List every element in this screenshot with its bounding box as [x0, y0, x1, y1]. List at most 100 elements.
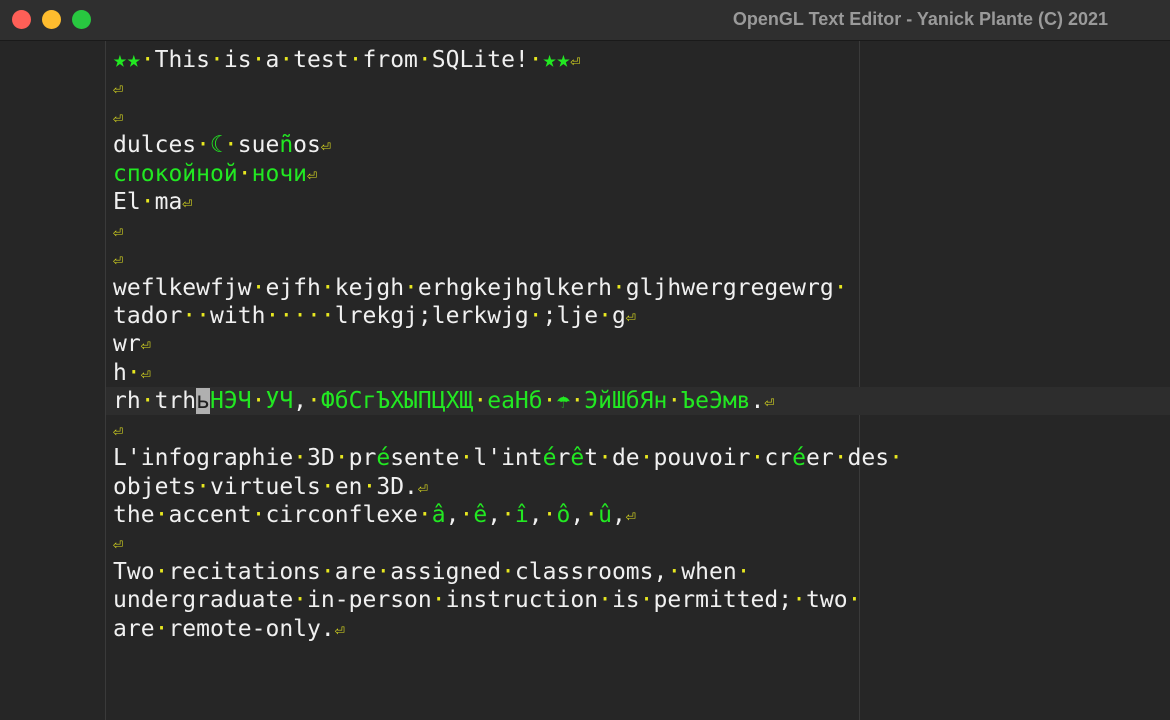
char: e	[279, 445, 294, 472]
char: e	[154, 473, 169, 500]
char: а	[501, 388, 515, 415]
char: s	[404, 558, 418, 585]
whitespace-marker: ·	[362, 473, 377, 500]
line-return-icon: ⏎	[334, 620, 345, 641]
editor-line[interactable]: Two·recitations·are·assigned·classrooms,…	[113, 558, 903, 586]
editor-line[interactable]: rh·trhьНЭЧ·УЧ,·ФбСгЪХЫПЦХЩ·еаНб·☂·ЭйШбЯн…	[113, 387, 903, 415]
char: l	[140, 132, 155, 159]
char: T	[154, 47, 169, 73]
char: o	[210, 615, 224, 642]
char: e	[667, 587, 682, 614]
editor-line[interactable]: wr⏎	[113, 330, 903, 358]
char: n	[514, 445, 529, 472]
char: о	[265, 160, 280, 187]
char: y	[307, 615, 321, 642]
editor-line[interactable]: ★★·This·is·a·test·from·SQLite!·★★⏎	[113, 46, 903, 74]
char: k	[473, 274, 488, 301]
char: i	[556, 587, 571, 614]
editor-line[interactable]: dulces·☾·sueños⏎	[113, 131, 903, 159]
editor-line[interactable]: ⏎	[113, 74, 903, 102]
whitespace-marker: ·	[833, 274, 848, 301]
char: t	[223, 615, 238, 642]
char: e	[861, 445, 876, 472]
char: c	[196, 502, 211, 528]
char: n	[154, 445, 169, 472]
char: w	[237, 274, 252, 301]
whitespace-marker: ·	[154, 558, 169, 585]
char: h	[168, 47, 183, 73]
char: r	[501, 587, 515, 614]
text-editor[interactable]: ★★·This·is·a·test·from·SQLite!·★★⏎ ⏎ ⏎ dulc…	[113, 46, 903, 643]
char: L	[459, 47, 474, 73]
whitespace-marker: ·	[279, 47, 294, 73]
char: ,	[293, 388, 308, 415]
editor-line[interactable]: ⏎	[113, 416, 903, 444]
editor-line[interactable]: undergraduate·in-person·instruction·is·p…	[113, 586, 903, 614]
char: l	[473, 445, 488, 472]
char: t	[237, 502, 252, 528]
editor-line[interactable]: ⏎	[113, 217, 903, 245]
char: a	[113, 615, 127, 642]
char: e	[750, 274, 765, 301]
char: о	[168, 160, 183, 187]
char: h	[598, 274, 612, 301]
editor-line[interactable]: h·⏎	[113, 359, 903, 387]
char: d	[223, 587, 238, 614]
char: o	[611, 558, 626, 585]
editor-line[interactable]: tador··with·····lrekgj;lerkwjg·;lje·g⏎	[113, 302, 903, 330]
minimize-window-button[interactable]	[42, 10, 61, 29]
char: e	[501, 47, 515, 73]
close-window-button[interactable]	[12, 10, 31, 29]
char: 3	[376, 473, 391, 500]
char: n	[722, 558, 737, 585]
whitespace-marker: ·	[431, 587, 446, 614]
char: Ч	[279, 388, 294, 415]
editor-line[interactable]: ⏎	[113, 245, 903, 273]
editor-line[interactable]: ⏎	[113, 103, 903, 131]
editor-line[interactable]: objets·virtuels·en·3D.⏎	[113, 473, 903, 501]
editor-line[interactable]: ⏎	[113, 529, 903, 557]
char: r	[168, 388, 183, 415]
editor-line[interactable]: are·remote-only.⏎	[113, 615, 903, 643]
whitespace-marker: ·	[196, 473, 211, 500]
line-return-icon: ⏎	[320, 137, 332, 158]
char: i	[708, 587, 723, 614]
whitespace-marker: ·	[542, 502, 557, 528]
char: D	[320, 445, 335, 472]
editor-line[interactable]: спокойной·ночи⏎	[113, 160, 903, 188]
editor-line[interactable]: weflkewfjw·ejfh·kejgh·erhgkejhglkerh·glj…	[113, 274, 903, 302]
char: ,	[611, 502, 626, 528]
char: o	[833, 587, 848, 614]
whitespace-marker: ·	[736, 558, 751, 585]
char: o	[293, 132, 308, 159]
char: б	[625, 388, 640, 415]
maximize-window-button[interactable]	[72, 10, 91, 29]
char: l	[362, 502, 377, 528]
char: Я	[639, 388, 654, 415]
char: Э	[708, 388, 723, 415]
char: e	[778, 274, 793, 301]
editor-line[interactable]: L'infographie·3D·présente·l'intérêt·de·p…	[113, 444, 903, 472]
char: r	[681, 587, 696, 614]
whitespace-marker: ·	[251, 388, 266, 415]
editor-line[interactable]: El·ma⏎	[113, 188, 903, 216]
char: a	[168, 502, 183, 528]
char: s	[875, 445, 890, 472]
char: ;	[417, 302, 432, 329]
char: e	[182, 558, 197, 585]
char: x	[390, 502, 405, 528]
char: ;	[778, 587, 793, 614]
char: s	[473, 587, 488, 614]
char: ô	[556, 502, 571, 528]
title-bar: OpenGL Text Editor - Yanick Plante (C) 2…	[0, 0, 1170, 41]
char: ★	[556, 47, 571, 73]
char: v	[210, 473, 224, 500]
char: s	[639, 558, 654, 585]
char: e	[708, 558, 723, 585]
char: o	[279, 558, 294, 585]
char: w	[487, 302, 502, 329]
editor-line[interactable]: the·accent·circonflexe·â,·ê,·î,·ô,·û,⏎	[113, 501, 903, 529]
char: t	[584, 445, 599, 472]
whitespace-marker: ·	[404, 274, 418, 301]
char: Ы	[404, 388, 418, 415]
